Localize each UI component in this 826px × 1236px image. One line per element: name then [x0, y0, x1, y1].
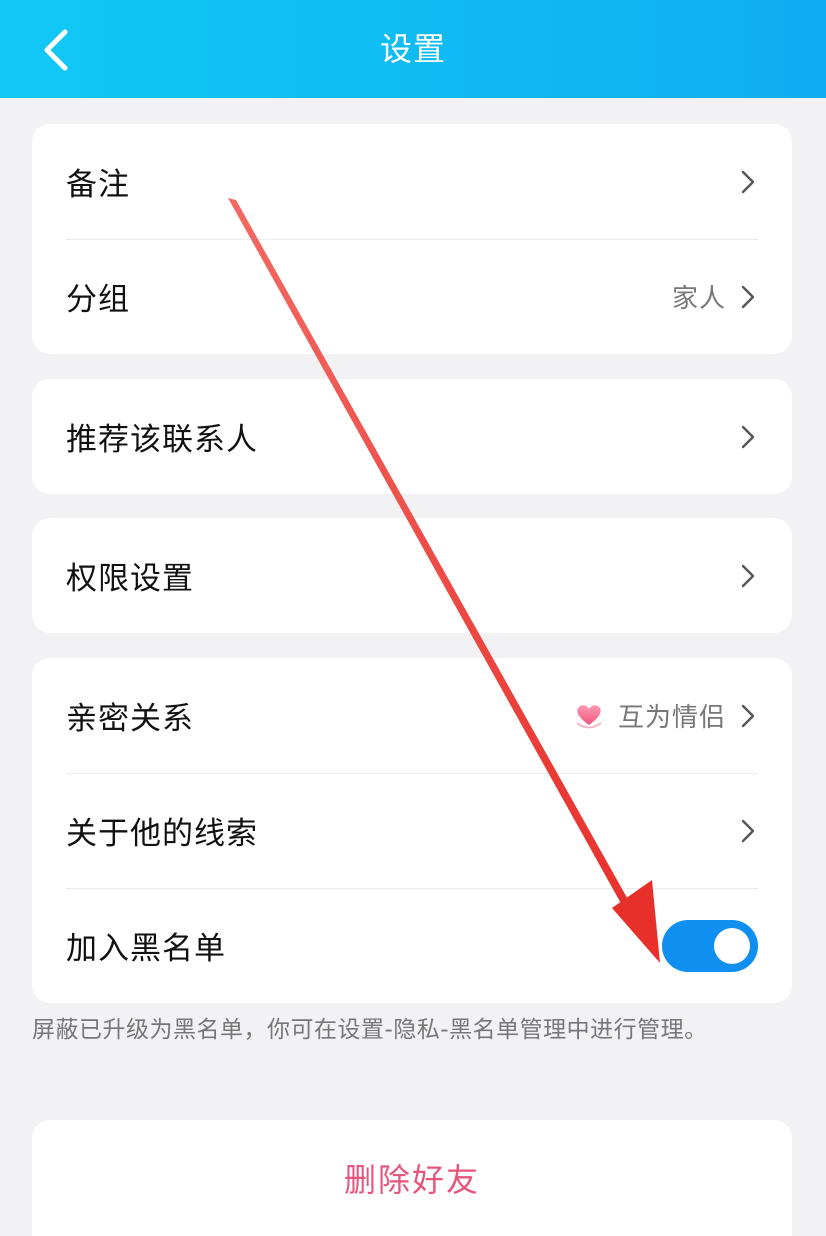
- chevron-left-icon: [44, 29, 68, 71]
- toggle-knob: [714, 927, 750, 964]
- settings-group-relation: 亲密关系 互为情侣 关于他的线索 加入黑名单: [32, 658, 792, 1003]
- chevron-right-icon: [738, 422, 758, 452]
- delete-friend-label: 删除好友: [343, 1161, 480, 1199]
- page-title: 设置: [379, 30, 446, 68]
- row-label-clues: 关于他的线索: [66, 816, 258, 852]
- row-label-group: 分组: [66, 282, 130, 318]
- row-label-permission: 权限设置: [66, 561, 194, 597]
- chevron-right-icon: [738, 282, 758, 312]
- delete-friend-button[interactable]: 删除好友: [32, 1120, 792, 1236]
- app-header: 设置: [0, 0, 826, 98]
- settings-group-permission: 权限设置: [32, 518, 792, 633]
- back-button[interactable]: [26, 20, 86, 80]
- blacklist-notice: 屏蔽已升级为黑名单，你可在设置-隐私-黑名单管理中进行管理。: [32, 1017, 708, 1043]
- row-value-intimate: 互为情侣: [617, 703, 726, 733]
- row-value-group: 家人: [671, 284, 726, 314]
- row-group[interactable]: 分组 家人: [32, 239, 792, 354]
- heart-icon: [572, 699, 606, 733]
- chevron-right-icon: [738, 561, 758, 591]
- row-intimate-relation[interactable]: 亲密关系 互为情侣: [32, 658, 792, 773]
- row-label-blacklist: 加入黑名单: [66, 931, 226, 967]
- chevron-right-icon: [738, 701, 758, 731]
- chevron-right-icon: [738, 816, 758, 846]
- settings-group-basic: 备注 分组 家人: [32, 124, 792, 354]
- row-add-to-blacklist: 加入黑名单: [32, 888, 792, 1003]
- row-label-remark: 备注: [66, 167, 130, 203]
- chevron-right-icon: [738, 167, 758, 197]
- row-remark[interactable]: 备注: [32, 124, 792, 239]
- row-permission-settings[interactable]: 权限设置: [32, 518, 792, 633]
- row-label-intimate: 亲密关系: [66, 701, 194, 737]
- row-clues-about-him[interactable]: 关于他的线索: [32, 773, 792, 888]
- settings-group-recommend: 推荐该联系人: [32, 379, 792, 494]
- row-recommend-contact[interactable]: 推荐该联系人: [32, 379, 792, 494]
- blacklist-toggle[interactable]: [662, 919, 758, 972]
- row-label-recommend: 推荐该联系人: [66, 422, 258, 458]
